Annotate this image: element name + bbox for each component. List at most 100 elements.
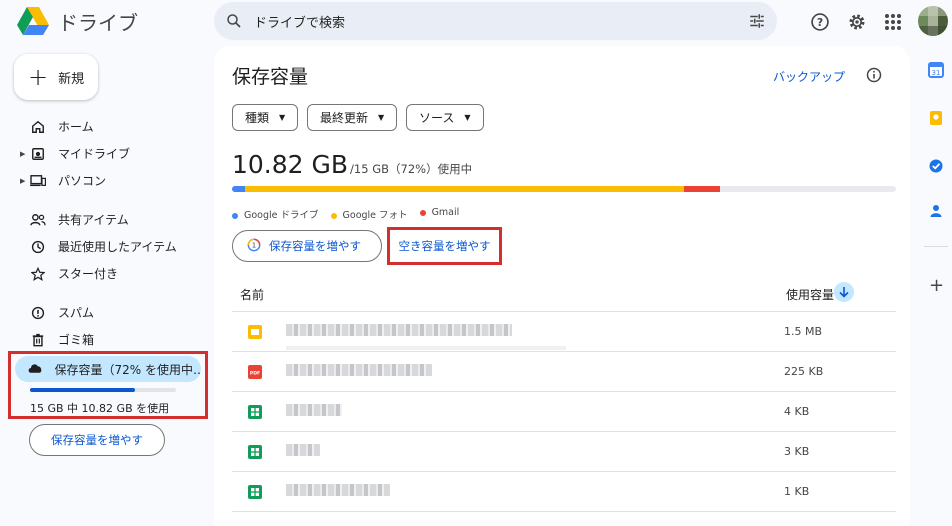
my-drive-icon [30, 146, 46, 162]
backup-link[interactable]: バックアップ [773, 68, 845, 85]
sidebar-item-label: スパム [58, 306, 95, 320]
new-button[interactable]: + 新規 [14, 54, 98, 100]
legend-dot [419, 209, 426, 216]
help-icon[interactable]: ? [809, 11, 831, 33]
sidebar-item-spam[interactable]: スパム [0, 299, 210, 326]
cloud-icon [27, 362, 45, 377]
storage-breakdown-bar [232, 186, 896, 192]
search-input[interactable]: ドライブで検索 [254, 12, 737, 31]
table-row[interactable]: 4 KB [232, 392, 896, 432]
file-size: 3 KB [784, 445, 810, 458]
drive-segment [232, 186, 246, 192]
chip-label: 最終更新 [320, 111, 369, 125]
settings-gear-icon[interactable] [846, 11, 868, 33]
expand-arrow-icon[interactable]: ▶ [20, 150, 25, 158]
google-one-icon: 1 [247, 238, 261, 255]
slides-file-icon [248, 324, 262, 340]
file-size: 1 KB [784, 485, 810, 498]
new-button-label: 新規 [58, 71, 85, 87]
plus-icon: + [28, 63, 49, 91]
legend-drive: Google ドライブ [232, 207, 319, 221]
svg-text:PDF: PDF [250, 371, 260, 377]
storage-progress-fill [30, 388, 136, 392]
file-size: 225 KB [784, 365, 824, 378]
column-name-header[interactable]: 名前 [240, 286, 264, 303]
file-name-redacted[interactable] [286, 444, 320, 456]
drive-logo[interactable]: ドライブ [16, 6, 138, 36]
svg-text:31: 31 [932, 69, 941, 77]
side-panel-divider [924, 246, 948, 247]
tasks-icon[interactable] [928, 158, 944, 174]
sidebar-item-label: ゴミ箱 [58, 333, 95, 347]
increase-storage-button-main[interactable]: 1 保存容量を増やす [232, 230, 382, 262]
storage-label: 保存容量（72% を使用中… [54, 362, 201, 377]
legend-dot [330, 212, 337, 219]
star-icon [30, 266, 46, 282]
legend-label: Gmail [431, 207, 460, 218]
nav-group-shared: 共有アイテム 最近使用したアイテム スター付き [0, 206, 210, 287]
column-size-header[interactable]: 使用容量 [786, 286, 834, 303]
file-name-redacted[interactable] [286, 324, 512, 336]
filter-modified-chip[interactable]: 最終更新 ▼ [307, 104, 398, 131]
free-up-space-button[interactable]: 空き容量を増やす [387, 227, 502, 265]
sidebar-item-label: マイドライブ [58, 147, 131, 161]
app-title: ドライブ [58, 10, 138, 35]
main-panel: 保存容量 バックアップ 種類 ▼ 最終更新 ▼ ソース ▼ 10.82 GB /15 … [214, 46, 910, 526]
filter-type-chip[interactable]: 種類 ▼ [232, 104, 299, 131]
legend-label: Google ドライブ [244, 210, 319, 221]
table-row[interactable]: 1.5 MB [232, 312, 896, 352]
keep-icon[interactable] [928, 110, 944, 126]
sidebar-item-trash[interactable]: ゴミ箱 [0, 326, 210, 353]
sidebar-item-computers[interactable]: ▶ パソコン [0, 167, 210, 194]
sidebar-item-shared[interactable]: 共有アイテム [0, 206, 210, 233]
photos-segment [245, 186, 684, 192]
file-size: 4 KB [784, 405, 810, 418]
expand-arrow-icon[interactable]: ▶ [20, 177, 25, 185]
info-icon[interactable] [866, 67, 882, 87]
usage-total: /15 GB（72%）使用中 [350, 162, 473, 176]
table-row[interactable]: 1 KB [232, 472, 896, 512]
pdf-file-icon: PDF [248, 364, 262, 380]
sheets-file-icon [248, 404, 262, 420]
clock-icon [30, 239, 46, 255]
increase-storage-label: 保存容量を増やす [269, 239, 361, 253]
increase-storage-button[interactable]: 保存容量を増やす [29, 424, 165, 456]
sidebar-item-recent[interactable]: 最近使用したアイテム [0, 233, 210, 260]
add-addon-icon[interactable]: + [929, 275, 944, 296]
storage-usage-summary: 10.82 GB /15 GB（72%）使用中 [232, 150, 472, 179]
sort-descending-icon[interactable] [834, 282, 854, 302]
file-size: 1.5 MB [784, 325, 823, 338]
sidebar-item-storage[interactable]: 保存容量（72% を使用中… [15, 356, 201, 382]
table-row[interactable]: PDF 225 KB [232, 352, 896, 392]
storage-legend: Google ドライブ Google フォト Gmail [232, 207, 459, 221]
sidebar-item-home[interactable]: ホーム [0, 113, 210, 140]
file-name-redacted[interactable] [286, 364, 432, 376]
sheets-file-icon [248, 484, 262, 500]
sidebar-item-label: スター付き [58, 267, 119, 281]
chip-label: ソース [419, 111, 455, 125]
file-name-redacted[interactable] [286, 484, 390, 496]
chip-label: 種類 [245, 111, 270, 125]
apps-grid-icon[interactable] [882, 11, 904, 33]
contacts-icon[interactable] [928, 203, 944, 219]
file-name-redacted[interactable] [286, 404, 342, 416]
row-hover-underline [286, 346, 566, 350]
usage-amount: 10.82 GB [232, 150, 349, 179]
sidebar-item-label: 共有アイテム [58, 213, 129, 227]
account-avatar[interactable] [918, 6, 948, 36]
sidebar-item-my-drive[interactable]: ▶ マイドライブ [0, 140, 210, 167]
filter-source-chip[interactable]: ソース ▼ [406, 104, 484, 131]
sidebar-item-starred[interactable]: スター付き [0, 260, 210, 287]
table-row[interactable]: 3 KB [232, 432, 896, 472]
svg-text:?: ? [817, 16, 823, 29]
calendar-icon[interactable]: 31 [928, 62, 944, 78]
search-bar[interactable]: ドライブで検索 [214, 2, 777, 40]
spam-icon [30, 305, 46, 321]
search-options-icon[interactable] [737, 12, 777, 30]
trash-icon [30, 332, 46, 348]
drive-logo-icon [17, 7, 49, 35]
caret-down-icon: ▼ [279, 113, 286, 122]
search-icon[interactable] [214, 12, 254, 30]
svg-text:1: 1 [252, 241, 256, 249]
legend-gmail: Gmail [419, 207, 460, 221]
